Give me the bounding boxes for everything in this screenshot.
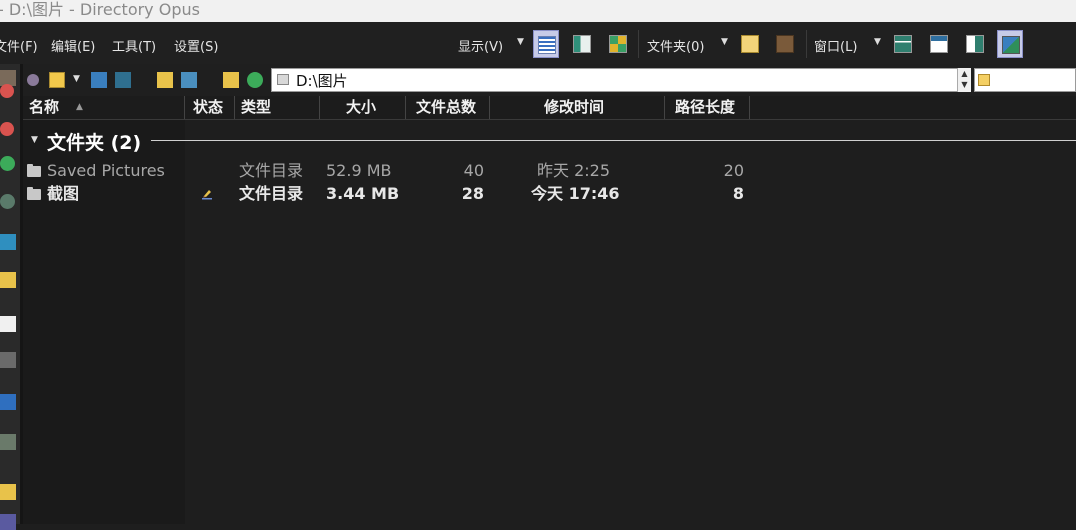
move-icon[interactable]: [0, 484, 16, 500]
menu-toolbar-row: 文件(F) 编辑(E) 工具(T) 设置(S) 显示(V) ▼ 文件夹(0) ▼…: [0, 22, 1076, 78]
sync-folders-icon[interactable]: [91, 72, 107, 88]
layout-dual-button[interactable]: [926, 30, 952, 58]
column-header-name[interactable]: 名称 ▲: [23, 96, 185, 119]
column-header-path-length[interactable]: 路径长度: [665, 96, 750, 119]
details-view-icon: [538, 36, 556, 54]
document-icon[interactable]: [0, 434, 16, 450]
drive-icon: [277, 74, 289, 85]
display-menu-button[interactable]: 显示(V): [458, 36, 503, 55]
path-field[interactable]: [271, 68, 971, 92]
menu-tools[interactable]: 工具(T): [112, 36, 156, 55]
folder-icon[interactable]: [223, 72, 239, 88]
file-path-length: 8: [732, 184, 744, 203]
forward-icon[interactable]: [0, 194, 15, 209]
cancel-icon[interactable]: [0, 84, 14, 98]
table-row[interactable]: Saved Pictures 文件目录 52.9 MB 40 昨天 2:25 2…: [23, 160, 1076, 182]
column-header-row: 名称 ▲ 状态 类型 大小 文件总数 修改时间 路径长度: [23, 96, 1076, 120]
folder-icon: [27, 164, 41, 177]
chevron-down-icon[interactable]: ▼: [73, 74, 80, 84]
file-type: 文件目录: [239, 161, 304, 180]
copy-to-icon[interactable]: [157, 72, 173, 88]
file-modified: 昨天 2:25: [537, 161, 611, 180]
folder-icon: [27, 187, 41, 200]
sort-ascending-icon: ▲: [76, 102, 83, 112]
back-forward-icon[interactable]: [27, 74, 39, 86]
layout-single-icon: [894, 35, 912, 53]
edit-pencil-icon: [202, 190, 212, 200]
new-folder-icon[interactable]: [0, 272, 16, 288]
swap-folders-icon[interactable]: [115, 72, 131, 88]
file-size: 3.44 MB: [326, 184, 400, 203]
title-bar: - D:\图片 - Directory Opus: [0, 0, 1076, 22]
file-modified: 今天 17:46: [531, 184, 620, 203]
layout-tree-icon: [966, 35, 984, 53]
chevron-down-icon[interactable]: ▼: [721, 37, 728, 47]
add-icon[interactable]: [0, 156, 15, 171]
layout-viewer-button[interactable]: [997, 30, 1023, 58]
window-title: - D:\图片 - Directory Opus: [0, 0, 200, 19]
file-path-length: 20: [723, 161, 744, 180]
layout-tree-button[interactable]: [962, 30, 988, 58]
toolbar-separator: [638, 30, 639, 58]
menu-file[interactable]: 文件(F): [0, 36, 38, 55]
file-total-count: 28: [461, 184, 484, 203]
file-size: 52.9 MB: [326, 161, 392, 180]
table-row[interactable]: 截图 文件目录 3.44 MB 28 今天 17:46 8: [23, 183, 1076, 205]
path-input[interactable]: [296, 70, 936, 90]
folder-tree-icon: [741, 35, 759, 53]
thumbnails-view-icon: [609, 35, 627, 53]
left-toolbar: [0, 64, 20, 530]
file-total-count: 40: [463, 161, 484, 180]
column-header-modified[interactable]: 修改时间: [490, 96, 665, 119]
column-header-type[interactable]: 类型: [235, 96, 320, 119]
layout-icon[interactable]: [0, 394, 16, 410]
column-header-total-files[interactable]: 文件总数: [406, 96, 490, 119]
group-divider: [151, 140, 1076, 141]
menu-edit[interactable]: 编辑(E): [51, 36, 95, 55]
refresh-icon[interactable]: [0, 234, 16, 250]
archive-icon[interactable]: [0, 514, 16, 530]
location-bar: ▼ ▲▼: [23, 64, 1076, 96]
chevron-down-icon[interactable]: ▼: [517, 37, 524, 47]
layout-single-button[interactable]: [890, 30, 916, 58]
window-menu-button[interactable]: 窗口(L): [814, 36, 857, 55]
image-viewer-icon: [1002, 36, 1020, 54]
toolbar-separator: [806, 30, 807, 58]
folder-pane-icon: [776, 35, 794, 53]
chevron-down-icon[interactable]: ▼: [874, 37, 881, 47]
layout-dual-icon: [930, 35, 948, 53]
column-header-status[interactable]: 状态: [185, 96, 235, 119]
move-to-icon[interactable]: [181, 72, 197, 88]
folder-pane-button[interactable]: [772, 30, 798, 58]
group-header-folders[interactable]: ▼ 文件夹 (2): [23, 128, 1076, 154]
thumbnails-view-button[interactable]: [605, 30, 631, 58]
favorites-icon[interactable]: [49, 72, 65, 88]
parent-folder-icon[interactable]: [247, 72, 263, 88]
menu-settings[interactable]: 设置(S): [174, 36, 218, 55]
remove-icon[interactable]: [0, 122, 14, 136]
print-icon[interactable]: [0, 352, 16, 368]
file-list[interactable]: ▼ 文件夹 (2) Saved Pictures 文件目录 52.9 MB 40…: [23, 120, 1076, 524]
search-folder-icon: [978, 74, 990, 86]
folder-tree-button[interactable]: [737, 30, 763, 58]
folder-menu-button[interactable]: 文件夹(0): [647, 36, 704, 55]
search-field[interactable]: [974, 68, 1076, 92]
copy-icon[interactable]: [0, 316, 16, 332]
path-history-dropdown[interactable]: ▲ ▼: [957, 68, 971, 92]
list-view-icon: [573, 35, 591, 53]
file-name: Saved Pictures: [47, 161, 165, 180]
list-view-button[interactable]: [569, 30, 595, 58]
file-type: 文件目录: [239, 184, 304, 203]
collapse-triangle-icon[interactable]: ▼: [31, 135, 38, 145]
column-header-size[interactable]: 大小: [320, 96, 406, 119]
file-name: 截图: [47, 184, 80, 203]
details-view-button[interactable]: [533, 30, 559, 58]
group-label: 文件夹 (2): [47, 132, 142, 154]
